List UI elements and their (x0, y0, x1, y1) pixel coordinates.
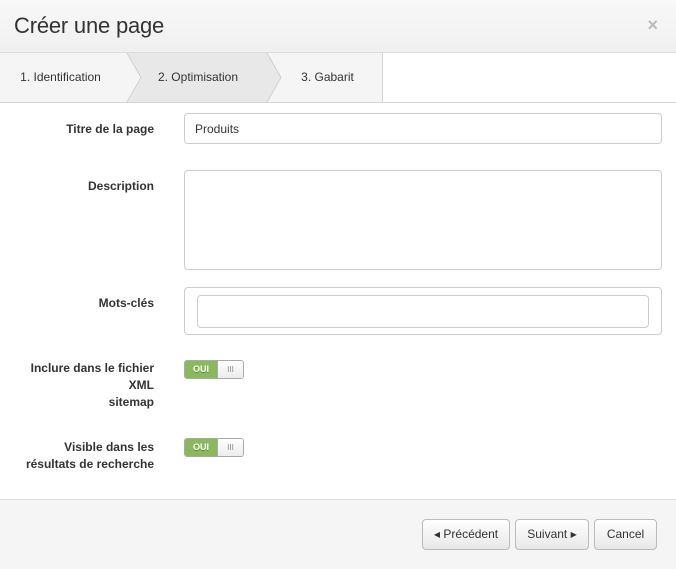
next-button[interactable]: Suivant ▶ (515, 519, 589, 550)
description-label: Description (87, 179, 154, 193)
search-visibility-label: Visible dans les résultats de recherche (4, 439, 154, 473)
toggle-handle[interactable]: III (217, 361, 243, 378)
title-input[interactable] (184, 113, 662, 144)
keywords-tags-box[interactable] (184, 287, 662, 335)
step-identification[interactable]: 1. Identification (0, 53, 127, 102)
search-label-line: résultats de recherche (25, 457, 154, 471)
keywords-label: Mots-clés (98, 296, 154, 310)
search-label-line: Visible dans les (64, 440, 154, 454)
step-gabarit[interactable]: 3. Gabarit (267, 53, 383, 102)
close-icon[interactable]: × (647, 15, 658, 35)
sitemap-label: Inclure dans le fichier XML sitemap (4, 360, 154, 411)
create-page-modal: Créer une page × 1. Identification 2. Op… (0, 0, 676, 569)
chevron-left-icon: ◀ (433, 530, 441, 539)
toggle-on-label: OUI (185, 439, 217, 456)
modal-title: Créer une page (14, 13, 165, 38)
chevron-right-icon: ▶ (570, 530, 577, 539)
step-label: 3. Gabarit (301, 70, 354, 84)
sitemap-label-line: XML (128, 378, 154, 392)
sitemap-label-line: sitemap (108, 395, 154, 409)
modal-footer: ◀ Précédent Suivant ▶ Cancel (0, 499, 676, 569)
toggle-handle[interactable]: III (217, 439, 243, 456)
toggle-on-label: OUI (185, 361, 217, 378)
search-visibility-toggle[interactable]: OUI III (184, 438, 244, 457)
sitemap-toggle[interactable]: OUI III (184, 360, 244, 379)
step-chevron-icon (124, 53, 142, 102)
step-optimisation[interactable]: 2. Optimisation (127, 53, 267, 102)
modal-header: Créer une page × (0, 0, 676, 53)
title-label: Titre de la page (66, 122, 154, 136)
sitemap-label-line: Inclure dans le fichier (30, 361, 154, 375)
step-label: 1. Identification (20, 70, 101, 84)
cancel-button[interactable]: Cancel (594, 519, 657, 550)
description-textarea[interactable] (184, 170, 662, 270)
step-label: 2. Optimisation (157, 70, 239, 84)
step-chevron-icon (262, 53, 282, 102)
previous-button[interactable]: ◀ Précédent (422, 519, 510, 550)
previous-button-label: Précédent (443, 527, 499, 541)
wizard-steps: 1. Identification 2. Optimisation 3. Gab… (0, 53, 676, 103)
keywords-input[interactable] (197, 295, 649, 328)
next-button-label: Suivant (527, 527, 568, 541)
